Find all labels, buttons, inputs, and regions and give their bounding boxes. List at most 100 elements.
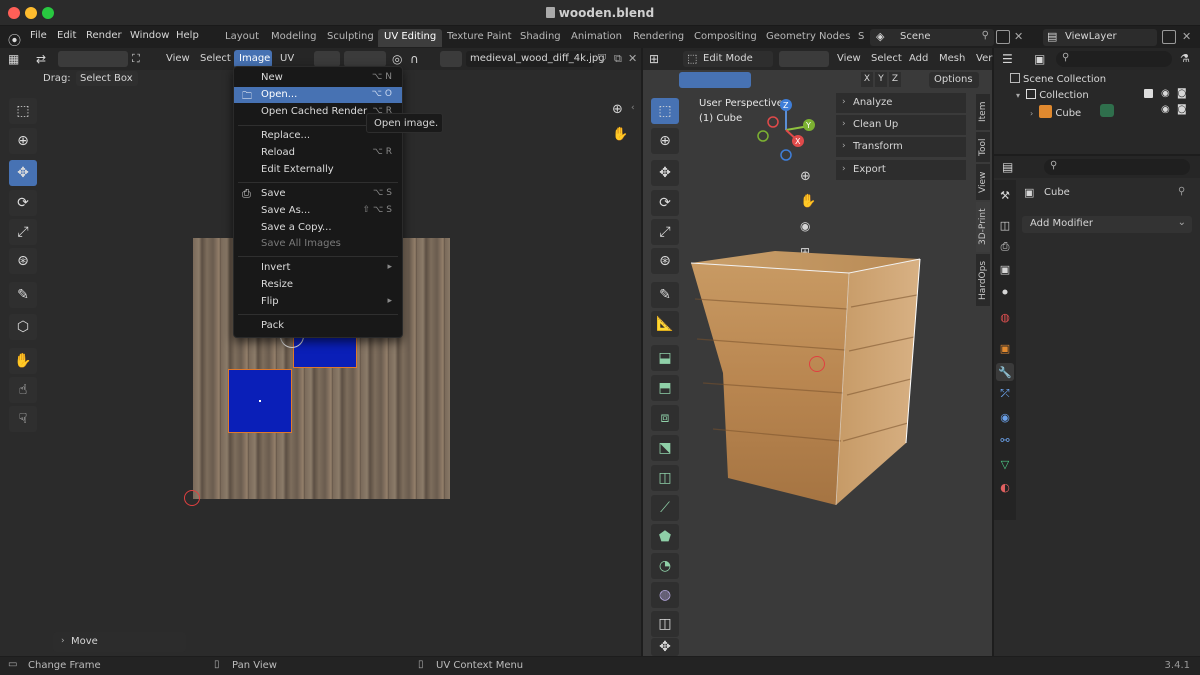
particles-tab-icon[interactable]: ⤱ bbox=[996, 385, 1014, 403]
outliner-editor-type-icon[interactable]: ☰ bbox=[1002, 52, 1013, 66]
delete-view-layer-icon[interactable]: ✕ bbox=[1182, 30, 1191, 43]
panel-clean-up[interactable]: › Clean Up bbox=[836, 115, 966, 135]
menu-edit[interactable]: Edit bbox=[57, 30, 76, 41]
add-cube-tool[interactable]: ⬓ bbox=[651, 345, 679, 371]
tab-uv-editing[interactable]: UV Editing bbox=[378, 29, 443, 47]
options-dropdown[interactable]: Options bbox=[929, 72, 979, 88]
side-tab-view[interactable]: View bbox=[976, 164, 990, 200]
cursor-tool[interactable]: ⊕ bbox=[651, 128, 679, 154]
tab-layout[interactable]: Layout bbox=[219, 29, 265, 47]
drag-select-dropdown[interactable]: Select Box bbox=[76, 71, 138, 86]
properties-editor[interactable]: ▤ ⚲ ⚒ ◫ ⎙ ▣ ⚫ ◍ ▣ 🔧 ⤱ ◉ ⚯ ▽ ◐ ▣ Cube ⚲ A… bbox=[994, 156, 1200, 656]
modifier-wrench-icon[interactable]: 🔧 bbox=[996, 363, 1014, 381]
mode-selector[interactable]: ⬚ Edit Mode bbox=[683, 51, 773, 67]
transform-tool[interactable]: ⊛ bbox=[651, 248, 679, 274]
rotate-tool[interactable]: ⟳ bbox=[9, 190, 37, 216]
transform-tool[interactable]: ⊛ bbox=[9, 248, 37, 274]
sticky-select-icon[interactable]: ⛶ bbox=[132, 52, 140, 66]
new-view-layer-icon[interactable] bbox=[1162, 30, 1176, 44]
side-tab-item[interactable]: Item bbox=[976, 94, 990, 130]
scene-tab-icon[interactable]: ⚫ bbox=[996, 283, 1014, 301]
axis-y-toggle[interactable]: Y bbox=[875, 72, 887, 87]
select-box-tool[interactable]: ⬚ bbox=[9, 98, 37, 124]
last-operator-panel[interactable]: › Move bbox=[53, 632, 186, 652]
editor-type-icon[interactable]: ▦ bbox=[8, 52, 19, 66]
tab-sculpting[interactable]: Sculpting bbox=[321, 29, 380, 47]
loop-cut-tool[interactable]: ◫ bbox=[651, 465, 679, 491]
outliner-cube-row[interactable]: › Cube ◉ ◙ bbox=[1030, 104, 1196, 119]
duplicate-image-icon[interactable]: ⧉ bbox=[614, 52, 622, 66]
tab-more[interactable]: S bbox=[852, 29, 870, 47]
annotate-tool[interactable]: ✎ bbox=[651, 282, 679, 308]
tool-tab-icon[interactable]: ⚒ bbox=[996, 186, 1014, 204]
object-tab-icon[interactable]: ▣ bbox=[996, 339, 1014, 357]
eye-icon[interactable]: ◉ bbox=[1161, 104, 1170, 115]
menu-item-save-a-copy[interactable]: Save a Copy... bbox=[234, 220, 402, 236]
scale-tool[interactable]: ⤢ bbox=[651, 219, 679, 245]
delete-scene-icon[interactable]: ✕ bbox=[1014, 30, 1023, 43]
axis-x-toggle[interactable]: X bbox=[861, 72, 873, 87]
scale-tool[interactable]: ⤢ bbox=[9, 219, 37, 245]
pin-icon[interactable]: ⚲ bbox=[982, 30, 989, 41]
eye-icon[interactable]: ◉ bbox=[1161, 88, 1170, 99]
3d-cursor-icon[interactable] bbox=[809, 356, 825, 372]
menu-item-save-as[interactable]: Save As... ⇧ ⌥ S bbox=[234, 203, 402, 219]
annotate-tool[interactable]: ✎ bbox=[9, 282, 37, 308]
menu-item-pack[interactable]: Pack bbox=[234, 318, 402, 334]
tab-texture-paint[interactable]: Texture Paint bbox=[441, 29, 518, 47]
constraints-tab-icon[interactable]: ⚯ bbox=[996, 431, 1014, 449]
outliner-search-input[interactable]: ⚲ bbox=[1056, 51, 1172, 67]
zoom-icon[interactable]: ⊕ bbox=[612, 102, 623, 117]
blender-logo-icon[interactable]: ⦿ bbox=[8, 30, 21, 49]
select-mode-buttons[interactable] bbox=[779, 51, 829, 67]
physics-tab-icon[interactable]: ◉ bbox=[996, 408, 1014, 426]
measure-tool[interactable]: 📐 bbox=[651, 311, 679, 337]
menu-item-new[interactable]: New ⌥ N bbox=[234, 70, 402, 86]
3d-viewport[interactable]: ⊞ ⬚ Edit Mode View Select Add Mesh Ver X… bbox=[643, 48, 992, 656]
panel-analyze[interactable]: › Analyze bbox=[836, 93, 966, 113]
image-name-field[interactable]: medieval_wood_diff_4k.jpg bbox=[466, 51, 605, 67]
outliner-root[interactable]: Scene Collection bbox=[1010, 73, 1106, 85]
expand-arrow-icon[interactable]: ▾ bbox=[1016, 91, 1020, 100]
pan-hand-icon[interactable]: ✋ bbox=[800, 194, 816, 209]
knife-tool[interactable]: ⟋ bbox=[651, 495, 679, 521]
snap-selector[interactable] bbox=[344, 51, 386, 67]
filter-display-icon[interactable]: ▣ bbox=[1034, 52, 1045, 66]
material-tab-icon[interactable]: ◐ bbox=[996, 478, 1014, 496]
data-tab-icon[interactable]: ▽ bbox=[996, 455, 1014, 473]
uv-island[interactable] bbox=[228, 369, 292, 433]
poly-build-tool[interactable]: ⬟ bbox=[651, 524, 679, 550]
menu-item-invert[interactable]: Invert ▸ bbox=[234, 260, 402, 276]
menu-item-flip[interactable]: Flip ▸ bbox=[234, 294, 402, 310]
bevel-tool[interactable]: ⬔ bbox=[651, 435, 679, 461]
scene-selector[interactable]: ◈ Scene ⚲ bbox=[870, 29, 994, 46]
tab-shading[interactable]: Shading bbox=[514, 29, 567, 47]
tab-rendering[interactable]: Rendering bbox=[627, 29, 690, 47]
properties-search-input[interactable]: ⚲ bbox=[1044, 159, 1190, 175]
uv-menu-uv[interactable]: UV bbox=[280, 53, 294, 64]
side-tab-tool[interactable]: Tool bbox=[976, 132, 990, 162]
viewport-menu-select[interactable]: Select bbox=[871, 53, 902, 64]
outliner-collection-row[interactable]: ▾ Collection ◉ ◙ bbox=[1016, 88, 1196, 101]
menu-item-save[interactable]: ⎙ Save ⌥ S bbox=[234, 186, 402, 202]
camera-icon[interactable]: ◉ bbox=[800, 219, 810, 233]
render-tab-icon[interactable]: ◫ bbox=[996, 216, 1014, 234]
pin-icon[interactable]: ⚲ bbox=[1178, 186, 1185, 197]
move-tool[interactable]: ✥ bbox=[9, 160, 37, 186]
tab-compositing[interactable]: Compositing bbox=[688, 29, 763, 47]
menu-window[interactable]: Window bbox=[130, 30, 169, 41]
uv-sync-icon[interactable]: ⇄ bbox=[36, 52, 46, 66]
tab-modeling[interactable]: Modeling bbox=[265, 29, 323, 47]
camera-icon[interactable]: ◙ bbox=[1177, 104, 1187, 115]
edge-slide-tool[interactable]: ◫ bbox=[651, 611, 679, 637]
editor-type-icon[interactable]: ⊞ bbox=[649, 52, 659, 66]
world-tab-icon[interactable]: ◍ bbox=[996, 308, 1014, 326]
viewport-menu-view[interactable]: View bbox=[837, 53, 861, 64]
image-browse-button[interactable] bbox=[440, 51, 462, 67]
fake-user-shield-icon[interactable]: ⛉ bbox=[598, 52, 606, 66]
view-layer-selector[interactable]: ▤ ViewLayer bbox=[1043, 29, 1157, 46]
grab-tool[interactable]: ✋ bbox=[9, 348, 37, 374]
add-modifier-button[interactable]: Add Modifier ⌄ bbox=[1022, 216, 1192, 233]
uv-menu-view[interactable]: View bbox=[166, 53, 190, 64]
panel-transform[interactable]: › Transform bbox=[836, 137, 966, 157]
